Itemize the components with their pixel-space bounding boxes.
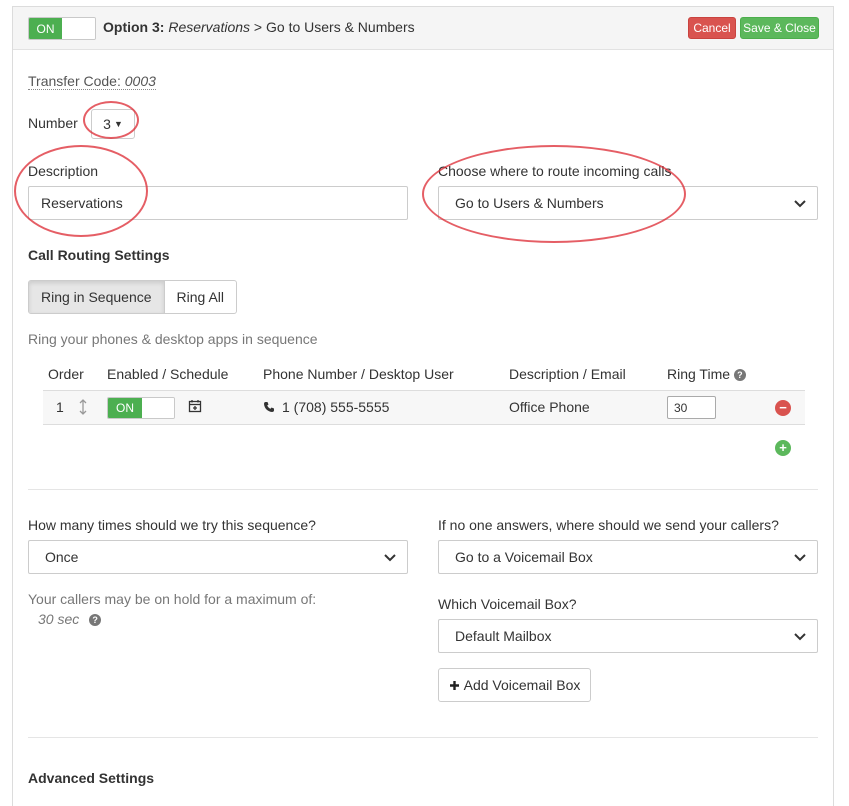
- transfer-code-label: Transfer Code:: [28, 73, 121, 89]
- row-description: Office Phone: [509, 399, 590, 415]
- hold-value-wrap: 30 sec ?: [38, 611, 102, 627]
- route-select[interactable]: Go to Users & Numbers: [438, 186, 818, 220]
- chevron-down-icon: [794, 200, 806, 208]
- route-select-value: Go to Users & Numbers: [455, 195, 604, 211]
- phone-icon: [264, 402, 274, 412]
- hold-label: Your callers may be on hold for a maximu…: [28, 591, 317, 607]
- calendar-icon[interactable]: [188, 399, 202, 413]
- no-answer-label: If no one answers, where should we send …: [438, 517, 779, 533]
- column-enabled-schedule: Enabled / Schedule: [107, 366, 229, 382]
- transfer-code-value: 0003: [124, 73, 156, 89]
- drag-handle-icon[interactable]: [78, 399, 88, 415]
- remove-row-icon[interactable]: −: [775, 400, 791, 416]
- column-order: Order: [48, 366, 84, 382]
- tries-select[interactable]: Once: [28, 540, 408, 574]
- option-number-label: Option 3:: [103, 19, 165, 35]
- caret-down-icon: ▼: [113, 119, 123, 129]
- advanced-settings-title: Advanced Settings: [28, 770, 155, 786]
- row-phone-number: 1 (708) 555-5555: [282, 399, 390, 415]
- voicemail-select[interactable]: Default Mailbox: [438, 619, 818, 653]
- column-description-email: Description / Email: [509, 366, 626, 382]
- toggle-on-label: ON: [29, 18, 62, 39]
- chevron-down-icon: [794, 633, 806, 641]
- cancel-button[interactable]: Cancel: [688, 17, 736, 39]
- add-row-icon[interactable]: +: [775, 440, 791, 456]
- plus-icon: [449, 680, 459, 690]
- ring-time-label: Ring Time: [667, 366, 731, 382]
- option-breadcrumb: Option 3: Reservations > Go to Users & N…: [103, 19, 415, 35]
- save-close-button[interactable]: Save & Close: [740, 17, 819, 39]
- row-enabled-toggle[interactable]: ON: [107, 397, 175, 419]
- routing-hint: Ring your phones & desktop apps in seque…: [28, 331, 318, 347]
- column-phone-number: Phone Number / Desktop User: [263, 366, 454, 382]
- ivr-option-panel: ON Option 3: Reservations > Go to Users …: [12, 6, 834, 806]
- option-enabled-toggle[interactable]: ON: [28, 17, 96, 40]
- chevron-down-icon: [794, 554, 806, 562]
- add-voicemail-label: Add Voicemail Box: [463, 677, 581, 693]
- number-dropdown[interactable]: 3 ▼: [91, 109, 135, 139]
- no-answer-select[interactable]: Go to a Voicemail Box: [438, 540, 818, 574]
- tries-label: How many times should we try this sequen…: [28, 517, 316, 533]
- ring-in-sequence-button[interactable]: Ring in Sequence: [29, 281, 165, 313]
- divider: [28, 489, 818, 490]
- ring-time-input[interactable]: 30: [667, 396, 716, 419]
- hold-value: 30 sec: [38, 611, 80, 627]
- row-toggle-on-label: ON: [108, 398, 142, 418]
- tries-select-value: Once: [45, 549, 79, 565]
- routing-mode-toggle: Ring in Sequence Ring All: [28, 280, 237, 314]
- number-value: 3: [103, 116, 111, 132]
- divider: [28, 737, 818, 738]
- voicemail-label: Which Voicemail Box?: [438, 596, 577, 612]
- call-routing-title: Call Routing Settings: [28, 247, 170, 263]
- add-voicemail-button[interactable]: Add Voicemail Box: [438, 668, 591, 702]
- column-ring-time: Ring Time ?: [667, 366, 746, 382]
- route-label: Choose where to route incoming calls: [438, 163, 672, 179]
- option-header-bar: ON Option 3: Reservations > Go to Users …: [13, 7, 833, 50]
- voicemail-select-value: Default Mailbox: [455, 628, 552, 644]
- breadcrumb-separator: >: [253, 19, 263, 35]
- number-label: Number: [28, 115, 78, 131]
- help-icon[interactable]: ?: [89, 614, 102, 627]
- transfer-code[interactable]: Transfer Code: 0003: [28, 73, 156, 90]
- chevron-down-icon: [384, 554, 396, 562]
- description-label: Description: [28, 163, 99, 179]
- row-order: 1: [56, 399, 64, 415]
- help-icon[interactable]: ?: [733, 369, 746, 382]
- no-answer-select-value: Go to a Voicemail Box: [455, 549, 593, 565]
- description-input[interactable]: Reservations: [28, 186, 408, 220]
- option-name: Reservations: [168, 19, 251, 35]
- option-destination: Go to Users & Numbers: [266, 19, 415, 35]
- ring-all-button[interactable]: Ring All: [165, 281, 236, 313]
